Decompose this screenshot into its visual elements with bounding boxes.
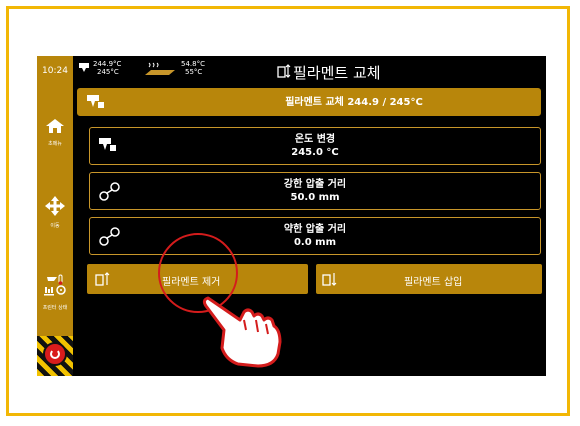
filament-change-icon xyxy=(277,64,291,78)
clock: 10:24 xyxy=(42,66,68,76)
nozzle-temp-target: 245°C xyxy=(97,68,119,76)
weak-extrusion-row[interactable]: 약한 압출 거리 0.0 mm xyxy=(89,217,541,255)
strong-extrusion-value: 50.0 mm xyxy=(290,192,340,203)
filament-change-row[interactable]: 필라멘트 교체 244.9 / 245°C xyxy=(77,88,541,116)
sidebar-item-printer-status[interactable]: 프린터 상태 xyxy=(37,274,73,311)
nozzle-icon xyxy=(87,95,104,108)
emergency-stop-icon[interactable] xyxy=(43,342,67,366)
filament-remove-icon xyxy=(95,272,110,286)
top-bar: 244.9°C 245°C 54.8°C 55°C 필라멘트 교체 xyxy=(73,56,546,86)
sidebar-item-label: 초메뉴 xyxy=(48,141,62,147)
weak-extrusion-label: 약한 압출 거리 xyxy=(283,224,347,235)
sidebar-item-move[interactable]: 이동 xyxy=(37,196,73,229)
pointing-hand-icon xyxy=(202,296,282,368)
bed-temp-target: 55°C xyxy=(185,68,203,76)
sidebar: 10:24 초메뉴 이동 프린터 상태 xyxy=(37,56,73,376)
strong-extrusion-label: 강한 압출 거리 xyxy=(283,179,347,190)
move-icon xyxy=(45,196,65,216)
sidebar-item-main-menu[interactable]: 초메뉴 xyxy=(37,118,73,147)
filament-insert-icon xyxy=(322,273,337,286)
status-icon xyxy=(44,274,66,296)
change-temperature-value: 245.0 °C xyxy=(291,147,339,158)
bed-icon xyxy=(145,62,175,75)
change-temperature-label: 온도 변경 xyxy=(294,134,336,145)
page-title: 필라멘트 교체 xyxy=(293,64,381,82)
home-icon xyxy=(46,119,64,133)
insert-filament-label: 필라멘트 삽입 xyxy=(404,277,463,288)
strong-extrusion-row[interactable]: 강한 압출 거리 50.0 mm xyxy=(89,172,541,210)
nozzle-temp-current: 244.9°C xyxy=(93,60,122,68)
filament-change-label: 필라멘트 교체 244.9 / 245°C xyxy=(285,97,423,108)
weak-extrusion-value: 0.0 mm xyxy=(293,237,337,248)
bed-temp-current: 54.8°C xyxy=(181,60,205,68)
emergency-stop[interactable] xyxy=(37,336,73,376)
change-temperature-row[interactable]: 온도 변경 245.0 °C xyxy=(89,127,541,165)
sidebar-item-label: 프린터 상태 xyxy=(42,305,68,311)
insert-filament-button[interactable]: 필라멘트 삽입 xyxy=(316,264,542,294)
nozzle-icon xyxy=(79,63,89,72)
sidebar-item-label: 이동 xyxy=(50,223,60,229)
